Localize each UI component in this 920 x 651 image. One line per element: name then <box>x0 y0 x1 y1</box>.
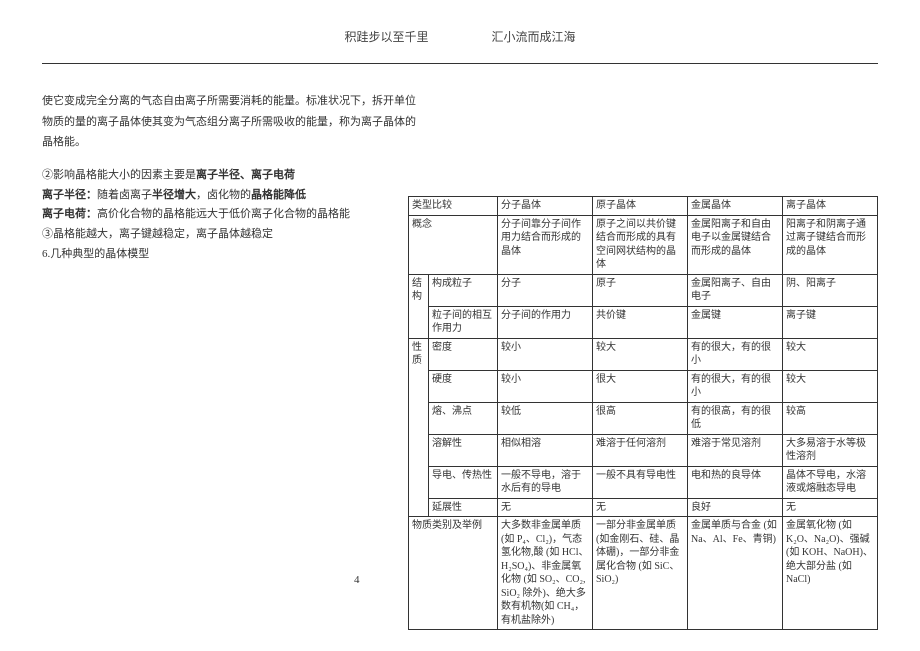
cell: 有的很大，有的很小 <box>688 370 783 402</box>
group-property: 性质 <box>409 338 429 517</box>
bold-text: 离子半径、离子电荷 <box>196 169 295 181</box>
page-header: 积跬步以至千里 汇小流而成江海 <box>42 28 878 64</box>
cell: 较小 <box>498 370 593 402</box>
table-row: 类型比较 分子晶体 原子晶体 金属晶体 离子晶体 <box>409 197 878 216</box>
intro-paragraph: 使它变成完全分离的气态自由离子所需要消耗的能量。标准状况下，拆开单位 物质的量的… <box>42 92 522 152</box>
cell: 晶体不导电，水溶液或熔融态导电 <box>783 466 878 498</box>
text: ，卤化物的 <box>196 189 251 201</box>
cell: 大多易溶于水等极性溶剂 <box>783 434 878 466</box>
table-row: 物质类别及举例 大多数非金属单质 (如 P₄、Cl₂)，气态氢化物,酸 (如 H… <box>409 517 878 630</box>
cell: 离子键 <box>783 306 878 338</box>
table-row: 熔、沸点 较低 很高 有的很高，有的很低 较高 <box>409 402 878 434</box>
cell: 金属阳离子和自由电子以金属键结合而形成的晶体 <box>688 215 783 274</box>
cell: 较低 <box>498 402 593 434</box>
cell: 难溶于任何溶剂 <box>593 434 688 466</box>
cell: 原子之间以共价键结合而形成的具有空间网状结构的晶体 <box>593 215 688 274</box>
row-label: 密度 <box>429 338 498 370</box>
th-ionic: 离子晶体 <box>783 197 878 216</box>
table-row: 性质 密度 较小 较大 有的很大，有的很小 较大 <box>409 338 878 370</box>
row-label: 溶解性 <box>429 434 498 466</box>
cell: 很大 <box>593 370 688 402</box>
cell: 一般不导电，溶于水后有的导电 <box>498 466 593 498</box>
cell: 金属单质与合金 (如 Na、Al、Fe、青铜) <box>688 517 783 630</box>
row-label: 硬度 <box>429 370 498 402</box>
cell: 有的很大，有的很小 <box>688 338 783 370</box>
row-label: 熔、沸点 <box>429 402 498 434</box>
table-row: 概念 分子间靠分子间作用力结合而形成的晶体 原子之间以共价键结合而形成的具有空间… <box>409 215 878 274</box>
cell: 金属氧化物 (如 K₂O、Na₂O)、强碱 (如 KOH、NaOH)、绝大部分盐… <box>783 517 878 630</box>
row-label: 物质类别及举例 <box>409 517 498 630</box>
cell: 无 <box>783 498 878 517</box>
cell: 一部分非金属单质(如金刚石、硅、晶体硼)，一部分非金属化合物 (如 SiC、Si… <box>593 517 688 630</box>
cell: 原子 <box>593 274 688 306</box>
cell: 一般不具有导电性 <box>593 466 688 498</box>
cell: 分子间的作用力 <box>498 306 593 338</box>
header-left: 积跬步以至千里 <box>344 28 428 45</box>
text: 高价化合物的晶格能远大于低价离子化合物的晶格能 <box>97 208 350 220</box>
bold-text: 离子半径： <box>42 189 97 201</box>
cell: 金属键 <box>688 306 783 338</box>
row-label: 构成粒子 <box>429 274 498 306</box>
th-molecular: 分子晶体 <box>498 197 593 216</box>
crystal-types-table: 类型比较 分子晶体 原子晶体 金属晶体 离子晶体 概念 分子间靠分子间作用力结合… <box>408 196 878 630</box>
cell: 共价键 <box>593 306 688 338</box>
cell: 无 <box>593 498 688 517</box>
row-label: 粒子间的相互作用力 <box>429 306 498 338</box>
group-structure: 结构 <box>409 274 429 338</box>
th-metallic: 金属晶体 <box>688 197 783 216</box>
cell: 分子间靠分子间作用力结合而形成的晶体 <box>498 215 593 274</box>
intro-line: 物质的量的离子晶体使其变为气态组分离子所需吸收的能量，称为离子晶体的 <box>42 113 522 132</box>
cell: 难溶于常见溶剂 <box>688 434 783 466</box>
factor-heading: ②影响晶格能大小的因素主要是离子半径、离子电荷 <box>42 166 878 185</box>
cell: 阳离子和阴离子通过离子键结合而形成的晶体 <box>783 215 878 274</box>
cell: 分子 <box>498 274 593 306</box>
cell: 电和热的良导体 <box>688 466 783 498</box>
text: ②影响晶格能大小的因素主要是 <box>42 169 196 181</box>
bold-text: 晶格能降低 <box>251 189 306 201</box>
crystal-table-wrap: 类型比较 分子晶体 原子晶体 金属晶体 离子晶体 概念 分子间靠分子间作用力结合… <box>408 196 878 630</box>
cell: 阴、阳离子 <box>783 274 878 306</box>
cell: 良好 <box>688 498 783 517</box>
row-label: 概念 <box>409 215 498 274</box>
table-row: 溶解性 相似相溶 难溶于任何溶剂 难溶于常见溶剂 大多易溶于水等极性溶剂 <box>409 434 878 466</box>
th-atomic: 原子晶体 <box>593 197 688 216</box>
intro-line: 晶格能。 <box>42 133 522 152</box>
cell: 有的很高，有的很低 <box>688 402 783 434</box>
bold-text: 半径增大 <box>152 189 196 201</box>
cell: 大多数非金属单质 (如 P₄、Cl₂)，气态氢化物,酸 (如 HCl、H₂SO₄… <box>498 517 593 630</box>
intro-line: 使它变成完全分离的气态自由离子所需要消耗的能量。标准状况下，拆开单位 <box>42 92 522 111</box>
bold-text: 离子电荷： <box>42 208 97 220</box>
cell: 较大 <box>783 338 878 370</box>
cell: 金属阳离子、自由电子 <box>688 274 783 306</box>
cell: 较高 <box>783 402 878 434</box>
table-row: 导电、传热性 一般不导电，溶于水后有的导电 一般不具有导电性 电和热的良导体 晶… <box>409 466 878 498</box>
cell: 较小 <box>498 338 593 370</box>
table-row: 结构 构成粒子 分子 原子 金属阳离子、自由电子 阴、阳离子 <box>409 274 878 306</box>
table-row: 延展性 无 无 良好 无 <box>409 498 878 517</box>
cell: 很高 <box>593 402 688 434</box>
cell: 无 <box>498 498 593 517</box>
row-label: 延展性 <box>429 498 498 517</box>
table-row: 粒子间的相互作用力 分子间的作用力 共价键 金属键 离子键 <box>409 306 878 338</box>
cell: 较大 <box>593 338 688 370</box>
th-type: 类型比较 <box>409 197 498 216</box>
page-number: 4 <box>354 574 360 586</box>
table-row: 硬度 较小 很大 有的很大，有的很小 较大 <box>409 370 878 402</box>
cell: 较大 <box>783 370 878 402</box>
header-right: 汇小流而成江海 <box>492 28 576 45</box>
row-label: 导电、传热性 <box>429 466 498 498</box>
text: 随着卤离子 <box>97 189 152 201</box>
cell: 相似相溶 <box>498 434 593 466</box>
